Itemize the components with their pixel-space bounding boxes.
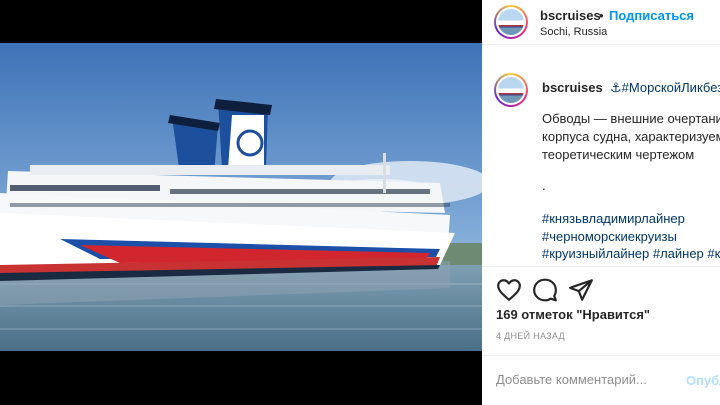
comment-bar: Опубл [482,355,720,405]
post-header: bscruises • Подписаться Sochi, Russia [482,0,720,45]
comment-icon[interactable] [532,277,558,303]
location-link[interactable]: Sochi, Russia [540,26,607,38]
caption-text-line: теоретическим чертежом [542,147,695,162]
heart-icon[interactable] [496,277,522,303]
caption-dot: . [542,178,546,193]
hashtag-link[interactable]: #круизныйлайнер #лайнер #к [542,246,720,261]
post-date: 4 ДНЕЙ НАЗАД [496,331,565,341]
caption-username[interactable]: bscruises [542,80,603,95]
paper-plane-icon[interactable] [568,277,594,303]
caption-text-line: корпуса судна, характеризуем [542,129,720,144]
avatar[interactable] [494,5,528,39]
caption-text-line: Обводы — внешние очертани [542,111,720,126]
cruise-ship-image [0,43,482,351]
publish-button[interactable]: Опубл [686,373,720,388]
hashtag-link[interactable]: #черноморскиекруизы [542,229,677,244]
caption-avatar[interactable] [494,73,528,107]
post-media [0,0,482,405]
caption-section: bscruises ⚓#МорскойЛикбез Обводы — внешн… [482,45,720,267]
post-photo[interactable] [0,43,482,351]
separator-dot: • [599,8,604,23]
action-bar [482,267,720,311]
follow-button[interactable]: Подписаться [609,8,694,23]
comment-input[interactable] [496,372,676,387]
post-sidebar: bscruises • Подписаться Sochi, Russia bs… [482,0,720,405]
likes-count[interactable]: 169 отметок "Нравится" [496,307,650,322]
hashtag-link[interactable]: #князьвладимирлайнер [542,211,685,226]
hashtag-link[interactable]: ⚓#МорскойЛикбез [610,80,720,96]
username-link[interactable]: bscruises [540,8,601,23]
